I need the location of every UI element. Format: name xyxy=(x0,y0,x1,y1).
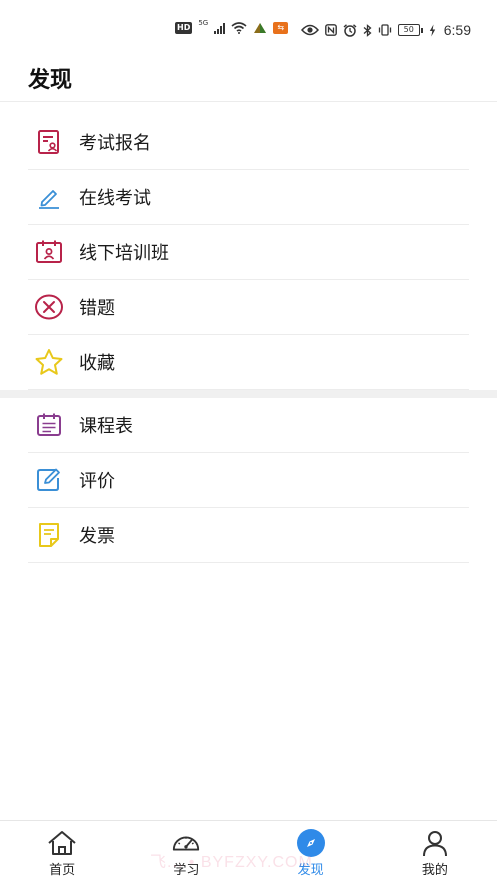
menu-item-label: 错题 xyxy=(79,298,115,319)
tab-mine[interactable]: 我的 xyxy=(373,821,497,883)
discover-menu-secondary: 课程表 评价 发票 xyxy=(28,398,469,563)
tab-home[interactable]: 首页 xyxy=(0,821,124,883)
battery-icon: 50 xyxy=(397,24,423,36)
page-header: 发现 xyxy=(0,58,497,102)
nfc-icon xyxy=(324,24,337,36)
invoice-icon xyxy=(34,520,64,550)
page-title: 发现 xyxy=(28,68,73,93)
app-notification-icon: ⇆ xyxy=(273,22,289,34)
menu-item-invoice[interactable]: 发票 xyxy=(28,508,469,563)
status-bar: HD 5G ⇆ 50 6:59 xyxy=(0,0,497,58)
network-type-label: 5G xyxy=(198,19,209,27)
compass-icon-wrapper xyxy=(296,829,326,857)
exam-registration-icon xyxy=(34,127,64,157)
menu-item-label: 考试报名 xyxy=(79,133,151,154)
menu-item-label: 评价 xyxy=(79,471,115,492)
user-icon xyxy=(420,829,450,857)
status-bar-left: HD 5G ⇆ xyxy=(175,19,289,34)
vibrate-icon xyxy=(378,24,391,36)
status-time: 6:59 xyxy=(443,22,471,38)
wifi-icon xyxy=(231,22,247,34)
compass-icon xyxy=(296,829,325,857)
edit-review-icon xyxy=(34,465,64,495)
tab-label: 发现 xyxy=(297,863,324,878)
eye-icon xyxy=(300,24,319,36)
signal-icon xyxy=(214,22,226,34)
menu-item-schedule[interactable]: 课程表 xyxy=(28,398,469,453)
section-divider xyxy=(0,390,497,398)
speedometer-icon xyxy=(171,829,201,857)
warning-icon xyxy=(254,23,267,33)
schedule-icon xyxy=(34,410,64,440)
menu-item-offline-training[interactable]: 线下培训班 xyxy=(28,225,469,280)
menu-item-wrong-questions[interactable]: 错题 xyxy=(28,280,469,335)
discover-menu-primary: 考试报名 在线考试 线下培训班 错题 收藏 xyxy=(28,115,469,390)
menu-item-label: 课程表 xyxy=(79,416,133,437)
menu-item-label: 在线考试 xyxy=(79,188,151,209)
pen-icon xyxy=(34,182,64,212)
menu-item-favorites[interactable]: 收藏 xyxy=(28,335,469,390)
training-calendar-icon xyxy=(34,237,64,267)
menu-item-exam-registration[interactable]: 考试报名 xyxy=(28,115,469,170)
home-icon xyxy=(47,829,77,857)
menu-item-review[interactable]: 评价 xyxy=(28,453,469,508)
menu-item-label: 发票 xyxy=(79,526,115,547)
tab-discover[interactable]: 发现 xyxy=(249,821,373,883)
battery-level: 50 xyxy=(397,24,420,36)
tab-label: 我的 xyxy=(421,863,448,878)
menu-item-online-exam[interactable]: 在线考试 xyxy=(28,170,469,225)
menu-item-label: 线下培训班 xyxy=(79,243,169,264)
wrong-circle-icon xyxy=(34,292,64,322)
tab-label: 学习 xyxy=(173,863,200,878)
star-icon xyxy=(34,347,64,377)
status-bar-right: 50 6:59 xyxy=(300,22,471,38)
bluetooth-icon xyxy=(363,23,372,37)
charging-icon xyxy=(429,24,435,36)
alarm-icon xyxy=(343,23,357,37)
bottom-tab-bar: 首页 学习 发现 我的 xyxy=(0,820,497,883)
tab-study[interactable]: 学习 xyxy=(124,821,248,883)
hd-icon: HD xyxy=(175,22,193,34)
tab-label: 首页 xyxy=(49,863,76,878)
menu-item-label: 收藏 xyxy=(79,353,115,374)
